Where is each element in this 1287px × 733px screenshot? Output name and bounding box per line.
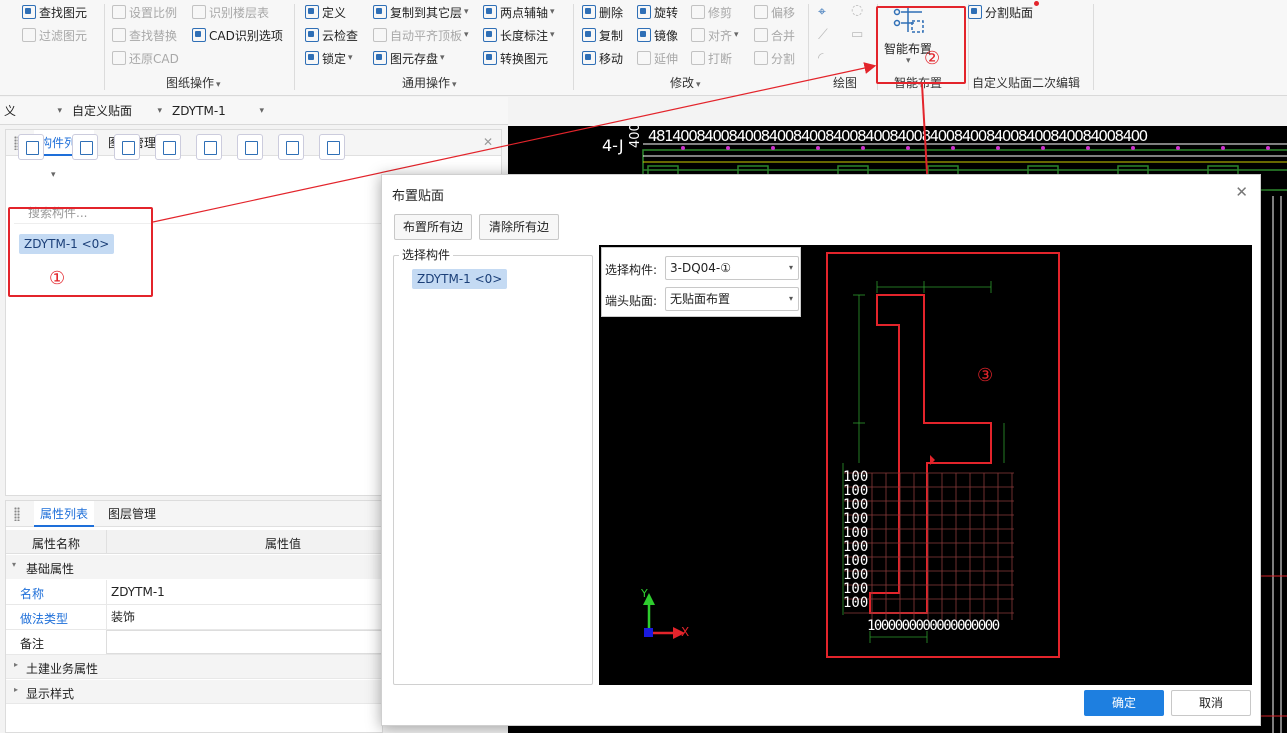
end-face-label: 端头贴面:: [605, 294, 658, 308]
dialog-title: 布置贴面: [392, 189, 445, 204]
y-axis-label: Y: [641, 587, 648, 600]
select-component-group: [393, 255, 593, 685]
clear-all-edges-button[interactable]: 清除所有边: [479, 214, 559, 240]
ok-button[interactable]: 确定: [1084, 690, 1164, 716]
bottom-dimension-label: 1000000000000000000: [867, 618, 1000, 634]
close-icon[interactable]: ✕: [1235, 183, 1248, 201]
select-component-group-label: 选择构件: [399, 246, 454, 263]
preview-canvas[interactable]: Y X 100 100 100 100 100 100 100 100 100 …: [599, 245, 1252, 685]
grid-label: 100: [843, 595, 869, 611]
layout-all-edges-button[interactable]: 布置所有边: [394, 214, 472, 240]
layout-face-dialog: 布置贴面 ✕ 布置所有边 清除所有边 选择构件 ZDYTM-1 <0> Y X …: [381, 174, 1261, 726]
dialog-component-item[interactable]: ZDYTM-1 <0>: [412, 269, 508, 289]
select-component-combo[interactable]: 3-DQ04-① ▾: [665, 256, 799, 280]
end-face-combo[interactable]: 无贴面布置 ▾: [665, 287, 799, 311]
x-axis-label: X: [681, 625, 690, 639]
chevron-down-icon: ▾: [788, 294, 793, 303]
preview-options-box: 选择构件: 3-DQ04-① ▾ 端头贴面: 无贴面布置 ▾: [601, 247, 801, 317]
chevron-down-icon: ▾: [788, 263, 793, 272]
cancel-button[interactable]: 取消: [1171, 690, 1251, 716]
select-component-label: 选择构件:: [605, 263, 658, 277]
annotation-number-3: ③: [977, 365, 994, 386]
